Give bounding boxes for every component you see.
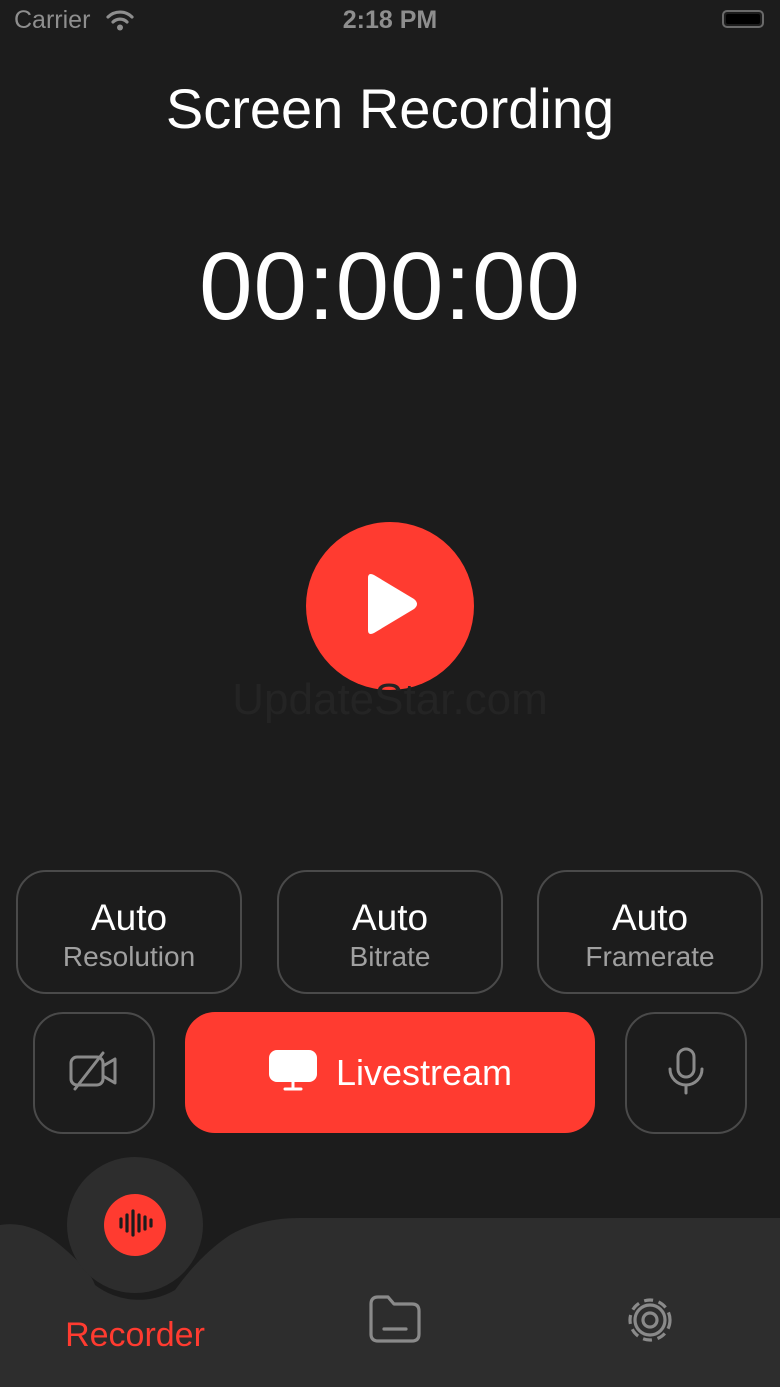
bitrate-option-button[interactable]: Auto Bitrate [277, 870, 503, 994]
framerate-label: Framerate [585, 941, 715, 972]
folder-icon [366, 1295, 424, 1350]
bitrate-label: Bitrate [349, 941, 431, 972]
camera-off-icon [67, 1049, 121, 1098]
resolution-label: Resolution [62, 941, 196, 972]
framerate-value: Auto [611, 897, 689, 938]
tab-recorder[interactable] [67, 1157, 203, 1293]
watermark: UpdateStar.com [232, 675, 548, 724]
tab-recorder-label[interactable]: Recorder [0, 1316, 270, 1355]
resolution-option-button[interactable]: Auto Resolution [16, 870, 242, 994]
gear-icon [620, 1298, 680, 1354]
play-icon [360, 572, 420, 641]
recording-timer: 00:00:00 [199, 233, 581, 340]
microphone-icon [664, 1045, 708, 1102]
page-title: Screen Recording [165, 77, 615, 140]
tv-icon [268, 1048, 318, 1097]
start-recording-button[interactable] [306, 522, 474, 690]
tab-settings[interactable] [620, 1290, 680, 1355]
camera-toggle-button[interactable] [33, 1012, 155, 1134]
livestream-button[interactable]: Livestream [185, 1012, 595, 1133]
microphone-toggle-button[interactable] [625, 1012, 747, 1134]
bitrate-value: Auto [351, 897, 429, 938]
framerate-option-button[interactable]: Auto Framerate [537, 870, 763, 994]
resolution-value: Auto [90, 897, 168, 938]
livestream-label: Livestream [335, 1051, 513, 1093]
waveform-icon [115, 1208, 155, 1243]
battery-icon [722, 10, 764, 28]
tab-files[interactable] [366, 1292, 424, 1351]
status-bar: Carrier 2:18 PM [0, 0, 780, 44]
status-time: 2:18 PM [342, 6, 438, 34]
